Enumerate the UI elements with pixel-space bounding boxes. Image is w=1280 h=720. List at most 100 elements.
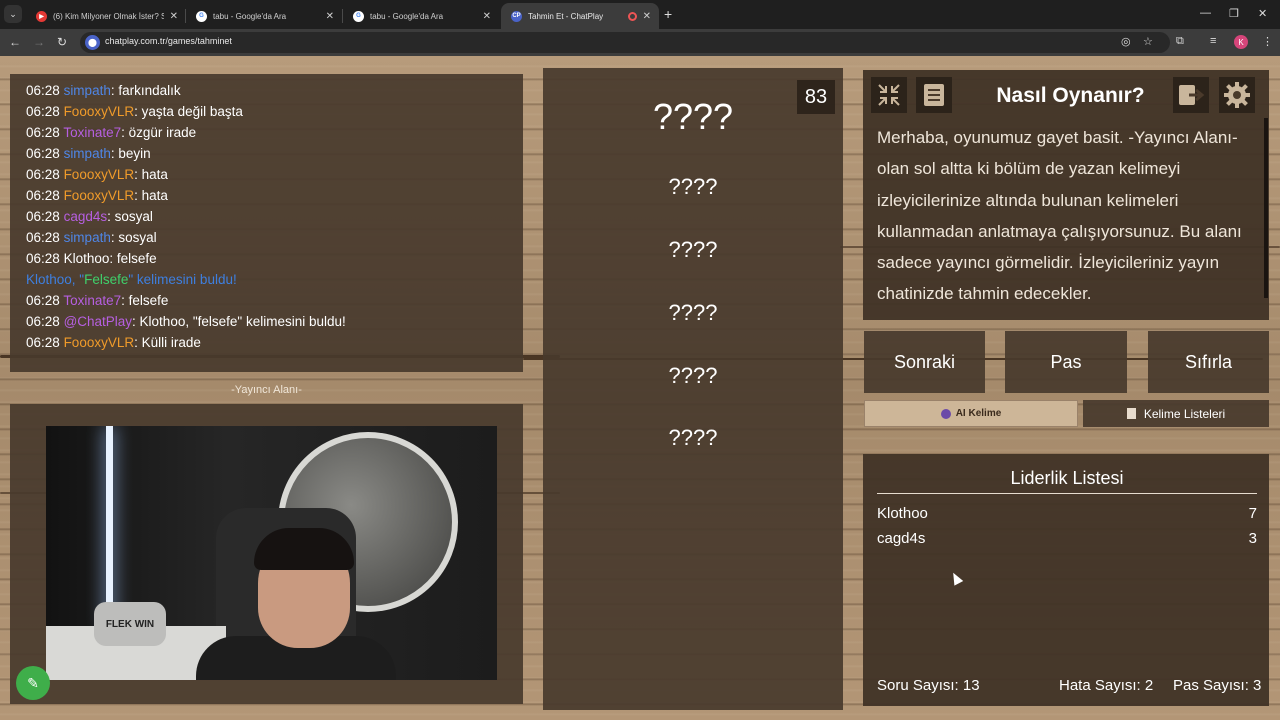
pass-count: Pas Sayısı: 3 [1173, 677, 1262, 694]
forbidden-word: ???? [668, 425, 718, 450]
chat-message: 06:28 FoooxyVLR: yaşta değil başta [26, 104, 243, 119]
player-score: 7 [1248, 505, 1257, 522]
leaderboard-panel: Liderlik Listesi Klothoo 7 cagd4s 3 Soru… [863, 454, 1269, 706]
google-favicon-icon: G [353, 10, 364, 22]
chat-message: 06:28 FoooxyVLR: hata [26, 188, 168, 203]
chat-message: 06:28 simpath: beyin [26, 146, 151, 161]
chat-username: simpath [63, 83, 111, 98]
recording-indicator-icon [627, 11, 637, 21]
chat-username: Toxinate7 [63, 293, 122, 308]
address-bar: ← → ↻ ⬤ chatplay.com.tr/games/tahminet ◎… [0, 29, 1280, 56]
chat-message: 06:28 Toxinate7: felsefe [26, 293, 169, 308]
tab-tahmin-et[interactable]: CP Tahmin Et - ChatPlay ✕ [501, 3, 659, 29]
chat-message: 06:28 FoooxyVLR: Külli irade [26, 335, 201, 350]
reset-button[interactable]: Sıfırla [1148, 331, 1269, 393]
next-button[interactable]: Sonraki [864, 331, 985, 393]
close-window-icon[interactable]: ✕ [1258, 7, 1267, 20]
tab-close-icon[interactable]: ✕ [643, 11, 651, 22]
leaderboard-row: cagd4s 3 [877, 530, 1257, 547]
tab-title: Tahmin Et - ChatPlay [528, 11, 604, 21]
forbidden-word: ???? [668, 363, 718, 388]
more-menu-icon[interactable]: ⋮ [1262, 35, 1273, 48]
back-icon[interactable]: ← [9, 35, 21, 49]
tab-kim-milyoner[interactable]: ▶ (6) Kim Milyoner Olmak İster? S ✕ [26, 3, 186, 29]
forbidden-word: ???? [668, 174, 718, 199]
tab-close-icon[interactable]: ✕ [326, 11, 334, 22]
forward-icon[interactable]: → [33, 35, 45, 49]
words-panel: 83 ???? ???? ???? ???? ???? ???? [543, 68, 843, 710]
led-light [106, 426, 113, 626]
forbidden-word: ???? [668, 300, 718, 325]
url-text: chatplay.com.tr/games/tahminet [105, 36, 232, 46]
tab-close-icon[interactable]: ✕ [170, 11, 178, 22]
chatplay-favicon-icon: CP [511, 10, 522, 22]
chat-panel: 06:28 simpath: farkındalık 06:28 FoooxyV… [10, 74, 523, 372]
chat-username: FoooxyVLR [63, 167, 135, 182]
tab-search-icon[interactable]: ⌄ [4, 5, 22, 23]
media-controls-icon[interactable]: ≡ [1210, 35, 1216, 47]
tab-title: tabu - Google'da Ara [213, 11, 287, 21]
url-input[interactable]: ⬤ chatplay.com.tr/games/tahminet [80, 32, 1170, 53]
chat-username: cagd4s [63, 209, 108, 224]
chat-message: 06:28 FoooxyVLR: hata [26, 167, 168, 182]
chat-username: FoooxyVLR [63, 335, 135, 350]
notepad-icon [1126, 408, 1136, 419]
tab-close-icon[interactable]: ✕ [483, 11, 491, 22]
tab-tabu-search-1[interactable]: G tabu - Google'da Ara ✕ [186, 3, 342, 29]
chat-message: 06:28 Toxinate7: özgür irade [26, 125, 197, 140]
main-word: ???? [652, 96, 734, 137]
how-to-play-panel: Nasıl Oynanır? Merhaba, oyunumuz gayet b… [863, 70, 1269, 320]
ai-word-button[interactable]: AI Kelime [864, 400, 1078, 427]
chat-username: Toxinate7 [63, 125, 122, 140]
chat-username: simpath [63, 230, 111, 245]
chat-message: 06:28 simpath: sosyal [26, 230, 157, 245]
how-to-play-title: Nasıl Oynanır? [996, 84, 1145, 107]
new-tab-icon[interactable]: + [664, 6, 672, 22]
how-to-play-scrollbar[interactable] [1264, 118, 1268, 298]
pen-icon[interactable]: ✎ [16, 666, 50, 700]
word-lists-button[interactable]: Kelime Listeleri [1083, 400, 1269, 427]
chat-username: FoooxyVLR [63, 104, 135, 119]
player-name: cagd4s [877, 530, 926, 547]
chat-username: @ChatPlay [63, 314, 133, 329]
forbidden-word: ???? [668, 237, 718, 262]
chat-message: 06:28 cagd4s: sosyal [26, 209, 153, 224]
youtube-favicon-icon: ▶ [36, 10, 47, 22]
tab-tabu-search-2[interactable]: G tabu - Google'da Ara ✕ [343, 3, 499, 29]
pillow: FLEK WIN [94, 602, 166, 646]
leaderboard-title: Liderlik Listesi [1010, 468, 1124, 488]
browser-tab-bar: ⌄ ▶ (6) Kim Milyoner Olmak İster? S ✕ G … [0, 0, 1280, 29]
gear-icon[interactable] [1219, 77, 1255, 113]
ai-robot-icon [940, 408, 951, 419]
pass-button[interactable]: Pas [1005, 331, 1127, 393]
chat-message: 06:28 Klothoo: felsefe [26, 251, 157, 266]
streamer-area-caption: -Yayıncı Alanı- [231, 384, 302, 396]
tab-title: (6) Kim Milyoner Olmak İster? S [53, 11, 164, 21]
tab-title: tabu - Google'da Ara [370, 11, 444, 21]
logout-icon[interactable] [1173, 77, 1209, 113]
streamer-area-panel: FLEK WIN [10, 404, 523, 704]
google-favicon-icon: G [196, 10, 207, 22]
eye-off-icon[interactable]: ◎ [1121, 35, 1131, 48]
bookmark-star-icon[interactable]: ☆ [1143, 35, 1153, 48]
chat-system-message: Klothoo, "Felsefe" kelimesini buldu! [26, 272, 237, 287]
how-to-play-text: Merhaba, oyunumuz gayet basit. -Yayıncı … [877, 128, 1242, 304]
chat-message: 06:28 simpath: farkındalık [26, 83, 181, 98]
error-count: Hata Sayısı: 2 [1059, 677, 1154, 694]
question-count: Soru Sayısı: 13 [877, 677, 980, 694]
restore-icon[interactable]: ❐ [1229, 7, 1239, 20]
player-score: 3 [1248, 530, 1257, 547]
document-icon[interactable] [916, 77, 952, 113]
chat-message: 06:28 @ChatPlay: Klothoo, "felsefe" keli… [26, 314, 346, 329]
divider [877, 493, 1257, 494]
player-name: Klothoo [877, 505, 928, 522]
profile-avatar[interactable]: K [1234, 35, 1248, 49]
reload-icon[interactable]: ↻ [57, 35, 67, 49]
collapse-icon[interactable] [871, 77, 907, 113]
minimize-icon[interactable]: — [1200, 7, 1211, 19]
leaderboard-row: Klothoo 7 [877, 505, 1257, 522]
extensions-icon[interactable]: ⧉ [1176, 35, 1184, 48]
chat-username: FoooxyVLR [63, 188, 135, 203]
site-info-icon[interactable]: ⬤ [85, 35, 100, 50]
chat-username: Klothoo [63, 251, 110, 266]
